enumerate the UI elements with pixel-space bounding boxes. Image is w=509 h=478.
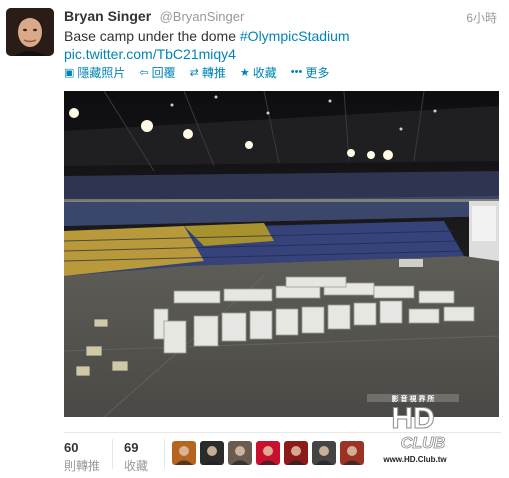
tweet-timestamp[interactable]: 6小時 [466, 9, 497, 26]
favoriter-avatar[interactable] [256, 441, 280, 465]
tweet-body: Base camp under the dome [64, 28, 240, 44]
reply-button[interactable]: ⇦ 回覆 [139, 64, 175, 80]
favoriter-avatar[interactable] [284, 441, 308, 465]
retweets-count: 60 [64, 440, 79, 455]
star-icon: ★ [239, 66, 250, 79]
favoriter-avatars [172, 441, 364, 465]
favorite-button[interactable]: ★ 收藏 [240, 64, 277, 80]
hdclub-logo-icon: 影 音 視 界 所 HD CLUB www.HD.Club.tw [367, 394, 459, 464]
tweet-text: Base camp under the dome #OlympicStadium [64, 27, 494, 45]
reply-icon: ⇦ [139, 66, 149, 79]
author-avatar[interactable] [6, 8, 54, 56]
media-link[interactable]: pic.twitter.com/TbC21miqy4 [64, 46, 236, 62]
more-label: 更多 [305, 65, 330, 80]
favoriter-avatar[interactable] [228, 441, 252, 465]
favorites-count: 69 [124, 440, 139, 455]
svg-text:CLUB: CLUB [401, 435, 445, 452]
favoriter-avatar[interactable] [312, 441, 336, 465]
more-icon: ••• [290, 66, 303, 78]
more-button[interactable]: ••• 更多 [291, 64, 330, 80]
favoriter-avatar[interactable] [340, 441, 364, 465]
stadium-photo-illustration [64, 91, 499, 417]
hdclub-watermark: 影 音 視 界 所 HD CLUB www.HD.Club.tw [365, 388, 461, 472]
tweet-photo[interactable] [64, 91, 499, 417]
stats-separator [164, 439, 165, 469]
favoriter-avatar[interactable] [200, 441, 224, 465]
favoriter-avatar[interactable] [172, 441, 196, 465]
retweet-icon: ⇄ [189, 66, 199, 79]
retweet-button[interactable]: ⇄ 轉推 [190, 64, 226, 80]
tweet-media-link-line: pic.twitter.com/TbC21miqy4 [64, 45, 236, 63]
reply-label: 回覆 [151, 65, 176, 80]
hashtag-link[interactable]: #OlympicStadium [240, 28, 350, 44]
retweet-label: 轉推 [201, 65, 226, 80]
hide-photo-label: 隱藏照片 [77, 65, 126, 80]
author-name[interactable]: Bryan Singer [64, 8, 151, 24]
hide-photo-button[interactable]: ▣ 隱藏照片 [64, 64, 125, 80]
watermark-url: www.HD.Club.tw [382, 455, 447, 464]
stats-separator [112, 439, 113, 469]
tweet-header: Bryan Singer @BryanSinger 6小時 [64, 8, 503, 26]
favorites-label: 收藏 [124, 459, 149, 473]
retweets-label: 則轉推 [64, 459, 101, 473]
favorites-stat[interactable]: 69 收藏 [124, 440, 148, 474]
tweet-actions: ▣ 隱藏照片 ⇦ 回覆 ⇄ 轉推 ★ 收藏 ••• 更多 [64, 64, 329, 80]
author-handle[interactable]: @BryanSinger [160, 9, 245, 24]
svg-text:HD: HD [391, 402, 434, 435]
retweets-stat[interactable]: 60 則轉推 [64, 440, 100, 474]
favorite-label: 收藏 [252, 65, 277, 80]
photo-icon: ▣ [64, 66, 75, 79]
